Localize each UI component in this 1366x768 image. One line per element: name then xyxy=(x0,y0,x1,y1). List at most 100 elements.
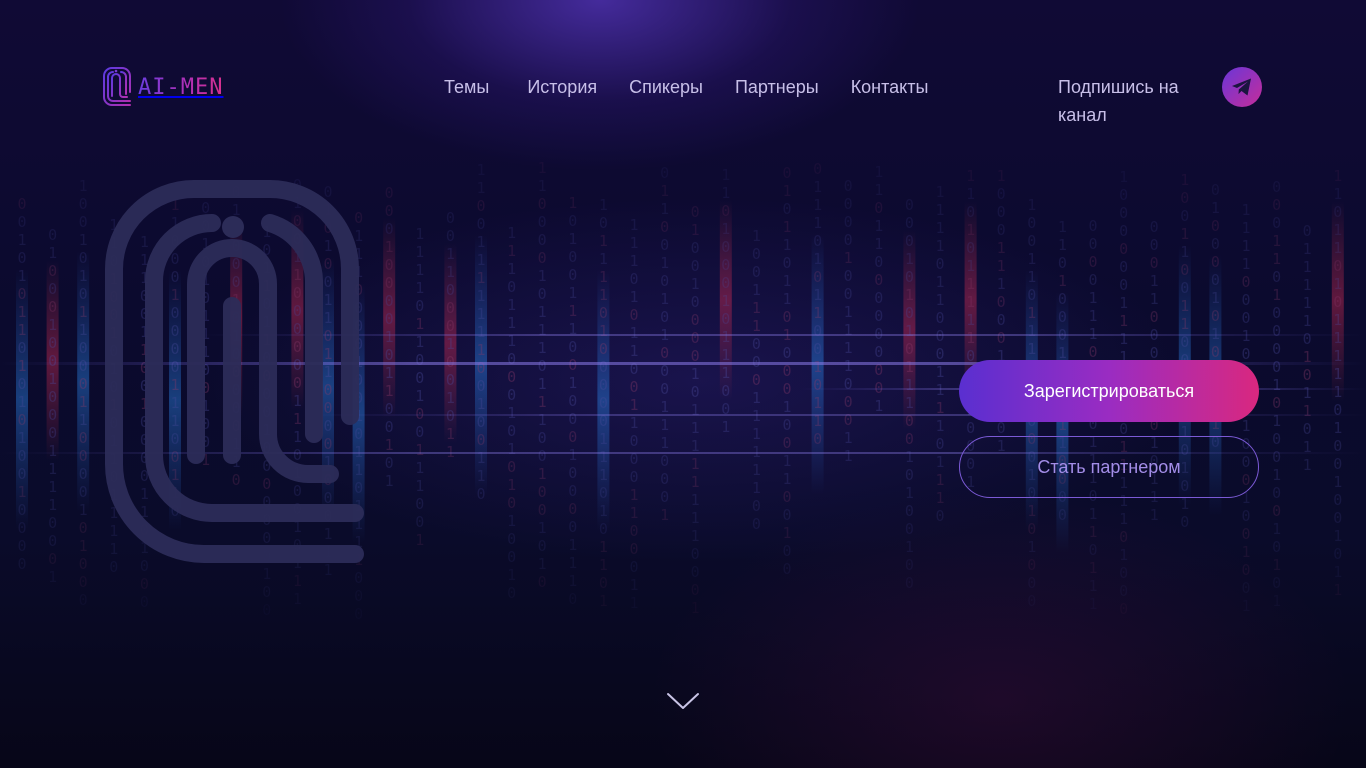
svg-text:1: 1 xyxy=(476,467,485,485)
svg-text:1: 1 xyxy=(752,227,761,245)
svg-text:1: 1 xyxy=(1241,219,1250,237)
svg-text:1: 1 xyxy=(935,273,944,291)
svg-text:1: 1 xyxy=(813,304,822,322)
become-partner-button[interactable]: Стать партнером xyxy=(959,436,1259,498)
svg-text:1: 1 xyxy=(721,364,730,382)
svg-text:0: 0 xyxy=(629,378,638,396)
svg-text:0: 0 xyxy=(262,601,271,619)
svg-text:0: 0 xyxy=(1119,276,1128,294)
svg-text:1: 1 xyxy=(1088,505,1097,523)
svg-text:0: 0 xyxy=(599,520,608,538)
svg-text:1: 1 xyxy=(48,496,57,514)
svg-text:0: 0 xyxy=(782,200,791,218)
svg-text:0: 0 xyxy=(538,195,547,213)
svg-text:1: 1 xyxy=(629,594,638,612)
svg-text:1: 1 xyxy=(1241,597,1250,615)
svg-text:1: 1 xyxy=(660,506,669,524)
nav-item-topics[interactable]: Темы xyxy=(444,76,489,98)
svg-text:1: 1 xyxy=(507,404,516,422)
svg-text:1: 1 xyxy=(507,242,516,260)
register-button[interactable]: Зарегистрироваться xyxy=(959,360,1259,422)
svg-text:1: 1 xyxy=(905,358,914,376)
svg-text:0: 0 xyxy=(752,371,761,389)
svg-text:0: 0 xyxy=(446,281,455,299)
svg-text:1: 1 xyxy=(48,442,57,460)
svg-text:1: 1 xyxy=(1180,171,1189,189)
svg-text:0: 0 xyxy=(1211,307,1220,325)
svg-text:0: 0 xyxy=(1333,545,1342,563)
svg-text:0: 0 xyxy=(476,359,485,377)
svg-text:1: 1 xyxy=(1333,311,1342,329)
svg-text:1: 1 xyxy=(905,484,914,502)
nav-item-contacts[interactable]: Контакты xyxy=(851,76,929,98)
svg-text:0: 0 xyxy=(782,380,791,398)
svg-text:0: 0 xyxy=(599,376,608,394)
svg-text:0: 0 xyxy=(48,352,57,370)
svg-text:1: 1 xyxy=(1150,290,1159,308)
svg-text:0: 0 xyxy=(874,199,883,217)
svg-text:1: 1 xyxy=(691,275,700,293)
svg-text:1: 1 xyxy=(17,267,26,285)
svg-text:0: 0 xyxy=(721,202,730,220)
svg-text:1: 1 xyxy=(599,196,608,214)
svg-text:1: 1 xyxy=(79,177,88,195)
svg-text:1: 1 xyxy=(476,233,485,251)
svg-text:0: 0 xyxy=(905,502,914,520)
svg-text:1: 1 xyxy=(935,219,944,237)
svg-text:0: 0 xyxy=(17,447,26,465)
svg-text:1: 1 xyxy=(599,466,608,484)
svg-text:1: 1 xyxy=(966,275,975,293)
svg-text:0: 0 xyxy=(782,254,791,272)
svg-text:0: 0 xyxy=(813,430,822,448)
svg-text:0: 0 xyxy=(691,581,700,599)
svg-text:0: 0 xyxy=(599,484,608,502)
svg-text:0: 0 xyxy=(782,488,791,506)
svg-text:1: 1 xyxy=(1303,384,1312,402)
svg-text:1: 1 xyxy=(1241,543,1250,561)
svg-text:1: 1 xyxy=(446,425,455,443)
svg-text:0: 0 xyxy=(813,268,822,286)
svg-text:0: 0 xyxy=(79,285,88,303)
svg-text:0: 0 xyxy=(507,494,516,512)
svg-text:1: 1 xyxy=(507,224,516,242)
svg-text:0: 0 xyxy=(935,255,944,273)
main-nav: Темы История Спикеры Партнеры Контакты xyxy=(444,76,928,98)
telegram-button[interactable] xyxy=(1222,67,1262,107)
svg-text:0: 0 xyxy=(935,345,944,363)
svg-text:1: 1 xyxy=(415,243,424,261)
svg-text:1: 1 xyxy=(935,237,944,255)
svg-text:0: 0 xyxy=(629,540,638,558)
nav-item-speakers[interactable]: Спикеры xyxy=(629,76,703,98)
svg-text:1: 1 xyxy=(691,509,700,527)
svg-text:1: 1 xyxy=(752,317,761,335)
svg-text:0: 0 xyxy=(476,485,485,503)
svg-text:0: 0 xyxy=(782,560,791,578)
svg-text:0: 0 xyxy=(997,203,1006,221)
svg-text:0: 0 xyxy=(415,495,424,513)
chevron-down-icon[interactable] xyxy=(666,690,700,712)
nav-item-partners[interactable]: Партнеры xyxy=(735,76,819,98)
svg-text:0: 0 xyxy=(874,343,883,361)
svg-text:1: 1 xyxy=(599,268,608,286)
svg-text:1: 1 xyxy=(79,411,88,429)
nav-item-history[interactable]: История xyxy=(527,76,597,98)
svg-text:1: 1 xyxy=(935,183,944,201)
svg-text:0: 0 xyxy=(48,514,57,532)
svg-text:0: 0 xyxy=(1180,279,1189,297)
svg-text:0: 0 xyxy=(1088,271,1097,289)
svg-text:1: 1 xyxy=(476,323,485,341)
svg-text:1: 1 xyxy=(538,411,547,429)
svg-text:0: 0 xyxy=(1241,579,1250,597)
svg-text:1: 1 xyxy=(782,452,791,470)
svg-text:0: 0 xyxy=(507,278,516,296)
svg-text:1: 1 xyxy=(844,303,853,321)
svg-text:0: 0 xyxy=(813,376,822,394)
svg-text:0: 0 xyxy=(1119,600,1128,618)
svg-text:1: 1 xyxy=(568,572,577,590)
svg-text:0: 0 xyxy=(415,369,424,387)
svg-text:0: 0 xyxy=(1058,308,1067,326)
site-logo[interactable]: AI-MEN xyxy=(102,67,223,107)
svg-text:0: 0 xyxy=(17,519,26,537)
svg-text:1: 1 xyxy=(874,163,883,181)
svg-text:1: 1 xyxy=(1272,250,1281,268)
